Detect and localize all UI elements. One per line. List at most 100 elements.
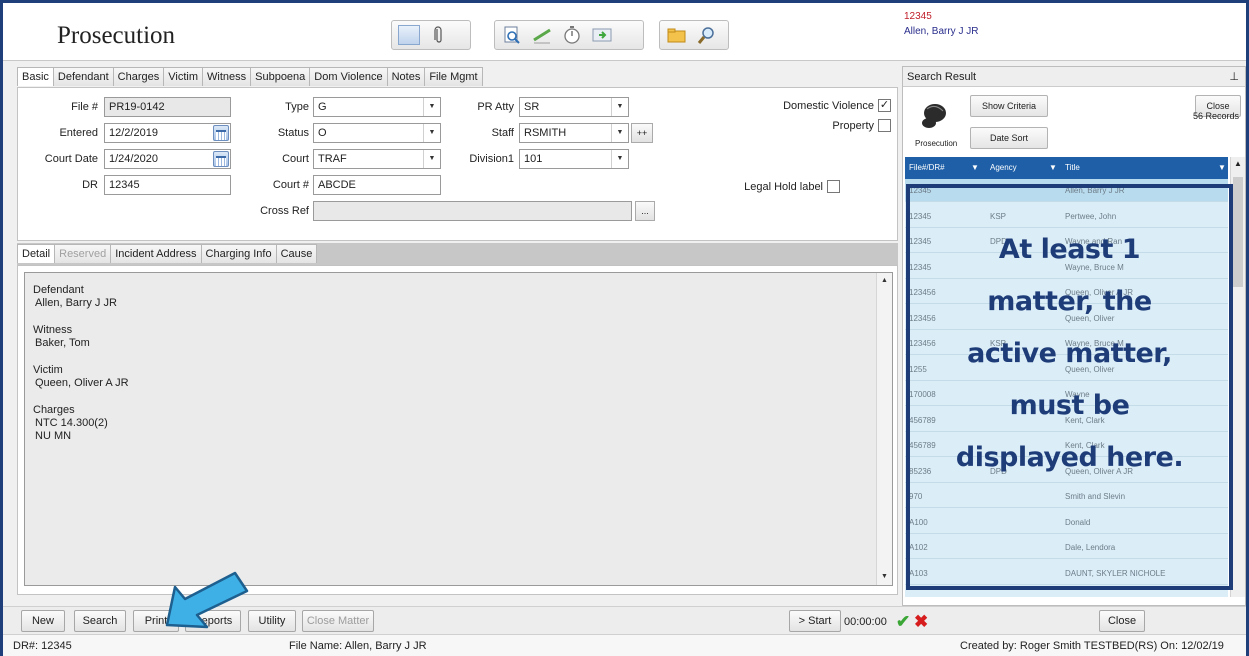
charge-line: NU MN bbox=[35, 430, 72, 442]
stopwatch-icon[interactable] bbox=[561, 25, 583, 45]
filter-icon[interactable]: ▼ bbox=[1218, 163, 1226, 172]
tab-charging-info[interactable]: Charging Info bbox=[200, 244, 277, 263]
dropdown-arrow-icon[interactable]: ▼ bbox=[423, 124, 440, 142]
cross-ref-label: Cross Ref bbox=[260, 205, 309, 217]
search-magnifier-icon[interactable] bbox=[696, 25, 718, 45]
dropdown-arrow-icon[interactable]: ▼ bbox=[423, 98, 440, 116]
tab-subpoena[interactable]: Subpoena bbox=[250, 67, 311, 86]
results-grid-header: File#/DR# ▼ Agency ▼ Title ▼ bbox=[905, 157, 1228, 179]
detail-summary-text[interactable]: Defendant Allen, Barry J JR Witness Bake… bbox=[24, 272, 893, 586]
header-defendant-name: Allen, Barry J JR bbox=[904, 26, 979, 37]
entered-date-field[interactable]: 12/2/2019 bbox=[104, 123, 231, 143]
column-agency[interactable]: Agency bbox=[990, 163, 1017, 172]
dr-label: DR bbox=[82, 179, 98, 191]
tab-cause[interactable]: Cause bbox=[275, 244, 318, 263]
edit-pen-icon[interactable] bbox=[531, 25, 553, 45]
start-timer-button[interactable]: > Start bbox=[789, 610, 841, 632]
close-button[interactable]: Close bbox=[1099, 610, 1145, 632]
scroll-up-icon[interactable]: ▲ bbox=[1234, 159, 1242, 168]
file-number-label: File # bbox=[71, 101, 98, 113]
defendant-value: Allen, Barry J JR bbox=[35, 297, 117, 309]
dropdown-arrow-icon[interactable]: ▼ bbox=[611, 124, 628, 142]
legal-hold-checkbox[interactable] bbox=[827, 180, 840, 193]
print-preview-icon[interactable] bbox=[501, 25, 523, 45]
charge-line: NTC 14.300(2) bbox=[35, 417, 108, 429]
cancel-x-icon[interactable]: ✖ bbox=[914, 612, 928, 632]
new-button[interactable]: New bbox=[21, 610, 65, 632]
pr-atty-select[interactable]: SR ▼ bbox=[519, 97, 629, 117]
tab-notes[interactable]: Notes bbox=[386, 67, 426, 86]
court-number-field[interactable]: ABCDE bbox=[313, 175, 441, 195]
header-file-number: 12345 bbox=[904, 11, 932, 22]
tab-dom-violence[interactable]: Dom Violence bbox=[309, 67, 388, 86]
dropdown-arrow-icon[interactable]: ▼ bbox=[423, 150, 440, 168]
tab-witness[interactable]: Witness bbox=[202, 67, 252, 86]
property-checkbox[interactable] bbox=[878, 119, 891, 132]
annotation-line: displayed here. bbox=[955, 442, 1184, 473]
date-sort-button[interactable]: Date Sort bbox=[970, 127, 1048, 149]
column-file-dr[interactable]: File#/DR# bbox=[909, 163, 945, 172]
tab-basic[interactable]: Basic bbox=[17, 67, 54, 86]
dr-field[interactable]: 12345 bbox=[104, 175, 231, 195]
court-select[interactable]: TRAF ▼ bbox=[313, 149, 441, 169]
prosecution-module-icon bbox=[917, 99, 953, 133]
prosecution-window: Prosecution 12345 Allen, Barry J JR Basi… bbox=[0, 0, 1249, 656]
domestic-violence-label: Domestic Violence bbox=[783, 100, 874, 112]
staff-value: RSMITH bbox=[524, 127, 567, 139]
annotation-line: matter, the bbox=[987, 286, 1152, 317]
export-icon[interactable] bbox=[591, 25, 613, 45]
tab-detail[interactable]: Detail bbox=[17, 244, 56, 263]
charges-heading: Charges bbox=[33, 404, 75, 416]
basic-form-panel: File # PR19-0142 Entered 12/2/2019 Court… bbox=[17, 87, 898, 241]
scroll-down-icon[interactable]: ▼ bbox=[877, 569, 892, 585]
division-value: 101 bbox=[524, 153, 543, 165]
calendar-icon[interactable] bbox=[213, 125, 229, 141]
show-criteria-button[interactable]: Show Criteria bbox=[970, 95, 1048, 117]
staff-label: Staff bbox=[491, 127, 514, 139]
type-select[interactable]: G ▼ bbox=[313, 97, 441, 117]
status-created: Created by: Roger Smith TESTBED(RS) On: … bbox=[960, 640, 1224, 652]
annotation-line: active matter, bbox=[967, 338, 1172, 369]
detail-scrollbar[interactable]: ▲ ▼ bbox=[876, 273, 892, 585]
status-select[interactable]: O ▼ bbox=[313, 123, 441, 143]
cross-ref-lookup-button[interactable]: ... bbox=[635, 201, 655, 221]
scroll-up-icon[interactable]: ▲ bbox=[877, 273, 892, 289]
filter-icon[interactable]: ▼ bbox=[971, 163, 979, 172]
cross-ref-field[interactable] bbox=[313, 201, 632, 221]
column-title[interactable]: Title bbox=[1065, 163, 1080, 172]
pin-icon[interactable]: ⊥ bbox=[1229, 70, 1239, 83]
actions-toolbar-group bbox=[494, 20, 644, 50]
folder-lock-icon[interactable] bbox=[666, 25, 688, 45]
court-date-field[interactable]: 1/24/2020 bbox=[104, 149, 231, 169]
tab-file-mgmt[interactable]: File Mgmt bbox=[424, 67, 483, 86]
utility-button[interactable]: Utility bbox=[248, 610, 296, 632]
form-view-icon[interactable] bbox=[398, 25, 420, 45]
status-file-name: File Name: Allen, Barry J JR bbox=[289, 640, 427, 652]
type-value: G bbox=[318, 101, 327, 113]
filter-icon[interactable]: ▼ bbox=[1049, 163, 1057, 172]
pr-atty-value: SR bbox=[524, 101, 540, 113]
tab-charges[interactable]: Charges bbox=[112, 67, 165, 86]
tools-toolbar-group bbox=[659, 20, 729, 50]
type-label: Type bbox=[285, 101, 309, 113]
domestic-violence-checkbox[interactable]: ✓ bbox=[878, 99, 891, 112]
legal-hold-label: Legal Hold label bbox=[744, 181, 823, 193]
tab-defendant[interactable]: Defendant bbox=[52, 67, 114, 86]
staff-select[interactable]: RSMITH ▼ bbox=[519, 123, 629, 143]
scrollbar-thumb[interactable] bbox=[1233, 177, 1243, 287]
staff-add-button[interactable]: ++ bbox=[631, 123, 653, 143]
dropdown-arrow-icon[interactable]: ▼ bbox=[611, 150, 628, 168]
file-number-field[interactable]: PR19-0142 bbox=[104, 97, 231, 117]
main-tabs: Basic Defendant Charges Victim Witness S… bbox=[17, 67, 483, 86]
calendar-icon[interactable] bbox=[213, 151, 229, 167]
witness-heading: Witness bbox=[33, 324, 73, 336]
tab-reserved: Reserved bbox=[54, 244, 112, 263]
tab-victim[interactable]: Victim bbox=[163, 67, 203, 86]
check-icon[interactable]: ✔ bbox=[896, 612, 910, 632]
pr-atty-label: PR Atty bbox=[477, 101, 514, 113]
search-button[interactable]: Search bbox=[74, 610, 126, 632]
tab-incident-address[interactable]: Incident Address bbox=[110, 244, 202, 263]
dropdown-arrow-icon[interactable]: ▼ bbox=[611, 98, 628, 116]
division-select[interactable]: 101 ▼ bbox=[519, 149, 629, 169]
paperclip-icon[interactable] bbox=[428, 25, 450, 45]
